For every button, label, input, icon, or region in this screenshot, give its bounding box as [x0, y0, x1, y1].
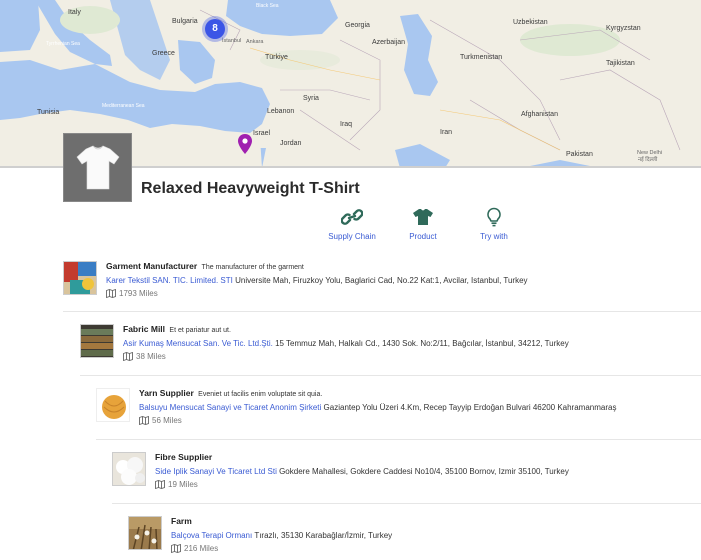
- step-distance: 1793 Miles: [119, 289, 158, 298]
- map-label-azerbaijan: Azerbaijan: [372, 39, 406, 46]
- map-label-new-delhi-local: नई दिल्ली: [638, 157, 658, 163]
- step-divider: [112, 503, 701, 504]
- map-label-turkmenistan: Turkmenistan: [460, 54, 503, 61]
- map-label-black-sea: Black Sea: [256, 3, 279, 9]
- map-label-new-delhi: New Delhi: [637, 150, 663, 156]
- fibre-supplier-thumbnail: [112, 452, 146, 486]
- step-divider: [96, 439, 701, 440]
- map-label-iran: Iran: [440, 129, 453, 136]
- map-label-jordan: Jordan: [280, 140, 302, 147]
- step-role: Yarn Supplier: [139, 388, 194, 398]
- step-role: Fibre Supplier: [155, 452, 213, 462]
- map-label-italy: Italy: [68, 9, 81, 16]
- farm-thumbnail: [128, 516, 162, 550]
- map-pin-icon[interactable]: [238, 134, 252, 154]
- product-image: [63, 133, 132, 202]
- map-label-tunisia: Tunisia: [37, 109, 60, 116]
- map-label-lebanon: Lebanon: [267, 108, 295, 115]
- map-icon: [106, 289, 116, 298]
- step-address: Universite Mah, Firuzkoy Yolu, Baglarici…: [235, 276, 528, 285]
- map-cluster-marker[interactable]: 8: [205, 19, 225, 39]
- step-distance: 38 Miles: [136, 352, 166, 361]
- step-divider: [80, 375, 701, 376]
- step-company-link[interactable]: Karer Tekstil SAN. TIC. Limited. STI: [106, 276, 233, 285]
- map-label-turkiye: Türkiye: [265, 54, 288, 61]
- map-label-tyrrhenian: Tyrrhenian Sea: [46, 41, 80, 47]
- fabric-mill-thumbnail: [80, 324, 114, 358]
- step-company-link[interactable]: Balçova Terapi Ormanı: [171, 531, 252, 540]
- step-description: The manufacturer of the garment: [201, 264, 304, 271]
- product-button[interactable]: Product: [388, 207, 458, 241]
- yarn-supplier-thumbnail: [96, 388, 130, 422]
- tshirt-photo: [70, 140, 125, 195]
- try-with-label: Try with: [480, 232, 508, 241]
- garment-manufacturer-thumbnail: [63, 261, 97, 295]
- map-label-uzbekistan: Uzbekistan: [513, 19, 548, 26]
- lightbulb-icon: [487, 207, 501, 227]
- map-label-greece: Greece: [152, 50, 175, 57]
- step-distance: 216 Miles: [184, 544, 219, 553]
- map-label-tajikistan: Tajikistan: [606, 60, 635, 67]
- map-icon: [139, 416, 149, 425]
- step-address: Gokdere Mahallesi, Gokdere Caddesi No10/…: [279, 467, 569, 476]
- map-label-afghanistan: Afghanistan: [521, 111, 558, 118]
- map-label-istanbul: İstanbul: [222, 38, 242, 44]
- map-label-syria: Syria: [303, 95, 319, 102]
- map-label-bulgaria: Bulgaria: [172, 18, 198, 25]
- step-description: Et et pariatur aut ut.: [169, 327, 231, 334]
- step-address: Tırazlı, 35130 Karabağlar/İzmir, Turkey: [254, 531, 393, 540]
- step-company-link[interactable]: Asir Kumaş Mensucat San. Ve Tic. Ltd.Şti…: [123, 339, 273, 348]
- step-description: Eveniet ut facilis enim voluptate sit qu…: [198, 391, 323, 398]
- map-icon: [123, 352, 133, 361]
- step-address: 15 Temmuz Mah, Halkalı Cd., 1430 Sok. No…: [275, 339, 569, 348]
- map-label-ankara: Ankara: [246, 39, 264, 45]
- try-with-button[interactable]: Try with: [459, 207, 529, 241]
- step-address: Gaziantep Yolu Üzeri 4.Km, Recep Tayyip …: [323, 403, 617, 412]
- map-label-iraq: Iraq: [340, 121, 353, 128]
- step-company-link[interactable]: Side Iplik Sanayi Ve Ticaret Ltd Sti: [155, 467, 277, 476]
- map-label-israel: Israel: [253, 130, 271, 137]
- map-label-pakistan: Pakistan: [566, 151, 593, 158]
- step-role: Fabric Mill: [123, 324, 166, 334]
- map-icon: [171, 544, 181, 553]
- map-label-georgia: Georgia: [345, 22, 370, 29]
- map-icon: [155, 480, 165, 489]
- step-company-link[interactable]: Balsuyu Mensucat Sanayi ve Ticaret Anoni…: [139, 403, 321, 412]
- step-distance: 19 Miles: [168, 480, 198, 489]
- step-divider: [63, 311, 701, 312]
- supply-chain-label: Supply Chain: [328, 232, 376, 241]
- map-label-mediterranean: Mediterranean Sea: [102, 103, 145, 109]
- supply-chain-button[interactable]: Supply Chain: [317, 207, 387, 241]
- step-role: Garment Manufacturer: [106, 261, 198, 271]
- link-icon: [341, 209, 363, 225]
- step-distance: 56 Miles: [152, 416, 182, 425]
- action-bar: Supply Chain Product Try with: [0, 207, 701, 247]
- product-label: Product: [409, 232, 437, 241]
- product-title: Relaxed Heavyweight T-Shirt: [141, 180, 360, 197]
- map-label-kyrgyzstan: Kyrgyzstan: [606, 25, 641, 32]
- tshirt-icon: [413, 209, 433, 225]
- step-role: Farm: [171, 516, 192, 526]
